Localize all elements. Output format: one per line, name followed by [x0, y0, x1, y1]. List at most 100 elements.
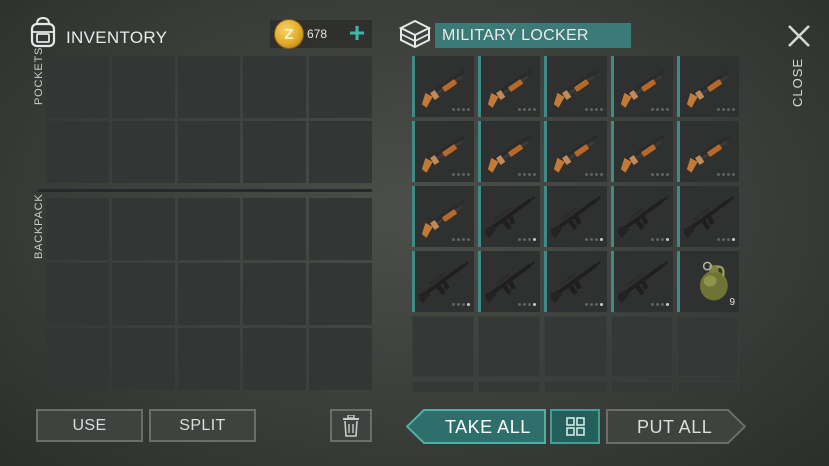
rarity-dot — [599, 238, 603, 241]
put-all-label[interactable]: PUT ALL — [637, 417, 712, 438]
backpack-slot[interactable] — [243, 263, 307, 325]
locker-empty-slot[interactable] — [610, 381, 673, 392]
rarity-dot — [665, 238, 669, 241]
locker-empty-slot[interactable] — [412, 316, 475, 377]
rarity-dot — [528, 303, 532, 306]
assault-rifle-icon — [551, 261, 602, 304]
rarity-dots — [650, 108, 669, 111]
locker-item[interactable] — [676, 186, 739, 247]
locker-item[interactable] — [412, 56, 475, 117]
backpack-slot[interactable] — [243, 328, 307, 390]
backpack-slot[interactable] — [309, 198, 372, 260]
locker-item[interactable] — [478, 56, 541, 117]
pocket-slot[interactable] — [177, 121, 241, 183]
locker-item[interactable] — [610, 121, 673, 182]
close-icon[interactable] — [785, 22, 813, 50]
rarity-dots — [717, 238, 735, 241]
locker-item[interactable] — [676, 121, 739, 182]
backpack-slot[interactable] — [177, 263, 241, 325]
backpack-slot[interactable] — [111, 263, 175, 325]
locker-icon — [398, 19, 432, 49]
pocket-slot[interactable] — [243, 56, 307, 118]
locker-item[interactable]: 9 — [676, 251, 739, 312]
rarity-dot — [660, 108, 664, 111]
backpack-slot[interactable] — [243, 198, 307, 260]
grid-view-toggle[interactable] — [550, 409, 600, 444]
pocket-slot[interactable] — [111, 56, 175, 118]
locker-empty-slot[interactable] — [544, 381, 607, 392]
backpack-slot[interactable] — [46, 198, 109, 260]
backpack-slot[interactable] — [177, 328, 241, 390]
rarity-dot — [452, 238, 456, 241]
pockets-label: POCKETS — [33, 46, 45, 105]
assault-rifle-icon — [485, 261, 536, 304]
assault-rifle-icon — [419, 261, 469, 304]
take-all-label[interactable]: TAKE ALL — [445, 417, 531, 438]
rarity-dot — [732, 108, 735, 111]
backpack-slot[interactable] — [309, 328, 372, 390]
backpack-slot[interactable] — [111, 198, 175, 260]
locker-grid: 9 — [412, 56, 739, 392]
assault-rifle-icon — [551, 196, 602, 239]
locker-item[interactable] — [676, 56, 739, 117]
locker-item[interactable] — [544, 251, 607, 312]
rarity-dot — [665, 303, 669, 306]
rarity-dot — [584, 108, 588, 111]
locker-empty-slot[interactable] — [478, 381, 541, 392]
pocket-slot[interactable] — [243, 121, 307, 183]
locker-empty-slot[interactable] — [544, 316, 607, 377]
rarity-dot — [594, 173, 598, 176]
locker-item[interactable] — [544, 56, 607, 117]
rarity-dots — [650, 303, 669, 306]
pocket-slot[interactable] — [111, 121, 175, 183]
locker-empty-slot[interactable] — [478, 316, 541, 377]
pocket-slot[interactable] — [309, 56, 372, 118]
rarity-dot — [599, 108, 603, 111]
pocket-slot[interactable] — [46, 121, 109, 183]
split-button[interactable]: SPLIT — [149, 409, 256, 442]
locker-item[interactable] — [412, 251, 475, 312]
rarity-dot — [594, 303, 598, 306]
rarity-dot — [650, 108, 654, 111]
pocket-slot[interactable] — [177, 56, 241, 118]
rarity-dots — [584, 238, 603, 241]
rarity-dot — [727, 173, 730, 176]
rarity-dot — [452, 108, 456, 111]
backpack-slot[interactable] — [309, 263, 372, 325]
locker-item[interactable] — [412, 186, 475, 247]
locker-item[interactable] — [544, 121, 607, 182]
locker-item[interactable] — [478, 251, 541, 312]
rarity-dot — [732, 173, 735, 176]
rarity-dot — [655, 108, 659, 111]
add-coins-button[interactable]: + — [343, 19, 371, 48]
pocket-slot[interactable] — [46, 56, 109, 118]
locker-item[interactable] — [610, 56, 673, 117]
locker-item[interactable] — [610, 251, 673, 312]
locker-item[interactable] — [478, 121, 541, 182]
rarity-dot — [722, 238, 725, 241]
backpack-slot[interactable] — [46, 328, 109, 390]
locker-empty-slot[interactable] — [412, 381, 475, 392]
backpack-label: BACKPACK — [33, 193, 45, 260]
use-button[interactable]: USE — [36, 409, 143, 442]
rarity-dot — [660, 173, 664, 176]
pocket-slot[interactable] — [309, 121, 372, 183]
rarity-dots — [518, 173, 537, 176]
locker-item[interactable] — [610, 186, 673, 247]
rarity-dot — [533, 108, 537, 111]
locker-empty-slot[interactable] — [610, 316, 673, 377]
backpack-slot[interactable] — [46, 263, 109, 325]
locker-empty-slot[interactable] — [676, 381, 739, 392]
trash-button[interactable] — [330, 409, 372, 442]
rarity-dot — [457, 303, 461, 306]
rarity-dot — [584, 303, 588, 306]
locker-empty-slot[interactable] — [676, 316, 739, 377]
rarity-dot — [518, 303, 522, 306]
backpack-slot[interactable] — [111, 328, 175, 390]
close-label[interactable]: CLOSE — [790, 58, 805, 107]
locker-item[interactable] — [544, 186, 607, 247]
section-divider — [38, 189, 372, 192]
backpack-slot[interactable] — [177, 198, 241, 260]
locker-item[interactable] — [478, 186, 541, 247]
locker-item[interactable] — [412, 121, 475, 182]
